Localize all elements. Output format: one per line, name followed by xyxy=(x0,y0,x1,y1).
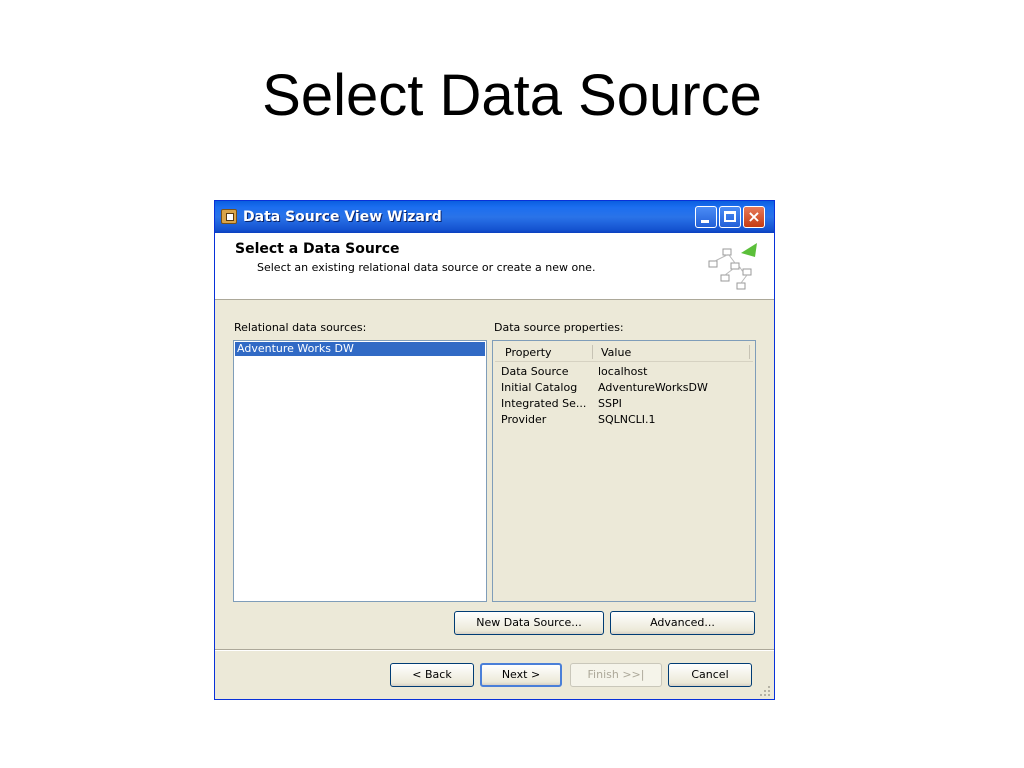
relational-sources-list[interactable]: Adventure Works DW xyxy=(233,340,487,602)
title-bar[interactable]: Data Source View Wizard × xyxy=(215,201,774,233)
data-source-view-icon xyxy=(708,243,757,290)
property-name: Data Source xyxy=(501,365,569,378)
property-name: Provider xyxy=(501,413,547,426)
column-header-property[interactable]: Property xyxy=(505,346,552,359)
maximize-button[interactable] xyxy=(719,206,741,228)
resize-grip-icon[interactable] xyxy=(759,685,771,697)
window-title: Data Source View Wizard xyxy=(243,209,442,225)
wizard-header: Select a Data Source Select an existing … xyxy=(215,233,774,300)
list-item[interactable]: Adventure Works DW xyxy=(235,342,485,356)
property-row: Data Source localhost xyxy=(501,365,751,381)
column-divider[interactable] xyxy=(749,345,750,359)
property-value: localhost xyxy=(598,365,648,378)
properties-label: Data source properties: xyxy=(494,321,624,334)
property-row: Integrated Se... SSPI xyxy=(501,397,751,413)
header-title: Select a Data Source xyxy=(235,241,400,257)
wizard-window: Data Source View Wizard × Select a Data … xyxy=(214,200,775,700)
header-subtitle: Select an existing relational data sourc… xyxy=(257,261,596,274)
maximize-icon xyxy=(724,211,736,222)
properties-grid: Property Value Data Source localhost Ini… xyxy=(492,340,756,602)
property-value: SQLNCLI.1 xyxy=(598,413,656,426)
relational-sources-label: Relational data sources: xyxy=(234,321,367,334)
property-name: Integrated Se... xyxy=(501,397,587,410)
new-data-source-button[interactable]: New Data Source... xyxy=(454,611,604,635)
back-button[interactable]: < Back xyxy=(390,663,474,687)
close-icon: × xyxy=(747,207,761,226)
column-divider[interactable] xyxy=(592,345,593,359)
finish-button: Finish >>| xyxy=(570,663,662,687)
properties-header: Property Value xyxy=(495,343,753,362)
next-button[interactable]: Next > xyxy=(480,663,562,687)
column-header-value[interactable]: Value xyxy=(601,346,631,359)
minimize-button[interactable] xyxy=(695,206,717,228)
wizard-app-icon xyxy=(221,209,237,224)
property-value: AdventureWorksDW xyxy=(598,381,708,394)
property-row: Provider SQLNCLI.1 xyxy=(501,413,751,429)
property-name: Initial Catalog xyxy=(501,381,578,394)
close-button[interactable]: × xyxy=(743,206,765,228)
cancel-button[interactable]: Cancel xyxy=(668,663,752,687)
advanced-button[interactable]: Advanced... xyxy=(610,611,755,635)
footer-divider xyxy=(215,649,774,651)
property-row: Initial Catalog AdventureWorksDW xyxy=(501,381,751,397)
slide-title: Select Data Source xyxy=(262,63,762,128)
property-value: SSPI xyxy=(598,397,622,410)
minimize-icon xyxy=(701,220,709,223)
